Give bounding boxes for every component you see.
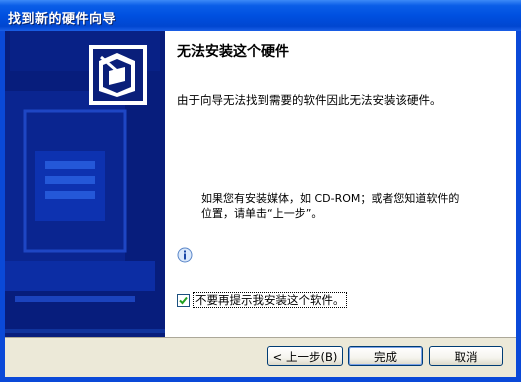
window-border-right	[516, 31, 521, 382]
dont-prompt-checkbox[interactable]	[177, 293, 190, 307]
dont-prompt-label[interactable]: 不要再提示我安装这个软件。	[193, 292, 347, 308]
finish-button[interactable]: 完成	[348, 346, 423, 366]
window-border-bottom	[0, 377, 521, 382]
wizard-content: 无法安装这个硬件 由于向导无法找到需要的软件因此无法安装该硬件。 如果您有安装媒…	[165, 31, 516, 337]
check-icon	[179, 296, 188, 304]
back-button[interactable]: < 上一步(B)	[267, 346, 343, 366]
info-icon	[177, 247, 193, 263]
cancel-button[interactable]: 取消	[429, 346, 503, 366]
dont-prompt-option[interactable]: 不要再提示我安装这个软件。	[177, 292, 347, 308]
wizard-window: 找到新的硬件向导 无法安装这个硬件 由于向导无法找到需要的软件因此无法安装该硬件…	[0, 0, 521, 382]
window-title: 找到新的硬件向导	[8, 12, 117, 27]
page-description: 由于向导无法找到需要的软件因此无法安装该硬件。	[177, 93, 442, 107]
wizard-side-graphic	[5, 31, 165, 337]
side-graphic-art	[5, 31, 165, 337]
title-bar[interactable]: 找到新的硬件向导	[0, 0, 521, 31]
hint-text: 如果您有安装媒体，如 CD-ROM；或者您知道软件的 位置，请单击“上一步”。	[201, 192, 460, 220]
button-bar: < 上一步(B) 完成 取消	[5, 337, 516, 378]
page-heading: 无法安装这个硬件	[177, 44, 289, 60]
